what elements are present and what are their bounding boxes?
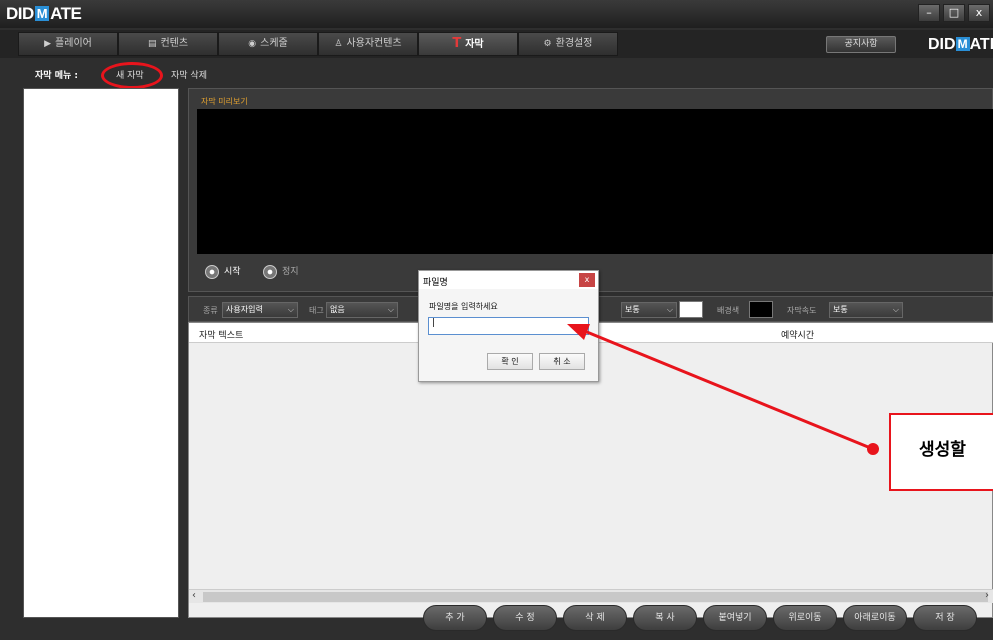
subtitle-file-list[interactable] xyxy=(23,88,179,618)
tab-user-contents[interactable]: ♙ 사용자컨텐츠 xyxy=(318,32,418,56)
dialog-title-bar: 파일명 x xyxy=(419,271,598,289)
move-down-button[interactable]: 아래로이동 xyxy=(843,605,907,631)
notice-button[interactable]: 공지사항 xyxy=(826,36,896,53)
dialog-close-button[interactable]: x xyxy=(579,273,595,287)
schedule-icon: ◉ xyxy=(248,39,257,49)
start-button[interactable]: 시작 xyxy=(205,264,241,279)
chevron-down-icon: ⌵ xyxy=(666,305,673,314)
dialog-title: 파일명 xyxy=(423,278,448,288)
tab-contents[interactable]: ▤ 컨텐츠 xyxy=(118,32,218,56)
type-label: 종류 xyxy=(203,306,218,315)
size-select[interactable]: 보통 ⌵ xyxy=(621,302,677,318)
add-button[interactable]: 추 가 xyxy=(423,605,487,631)
minimize-button[interactable]: – xyxy=(918,4,940,22)
title-bar: DID M ATE – □ x xyxy=(0,0,993,28)
tab-player[interactable]: ▶ 플레이어 xyxy=(18,32,118,56)
subtitle-preview-panel: 자막 미리보기 시작 정지 xyxy=(188,88,993,292)
move-up-button[interactable]: 위로이동 xyxy=(773,605,837,631)
type-select[interactable]: 사용자입력 ⌵ xyxy=(222,302,298,318)
text-icon: T xyxy=(452,36,462,51)
edit-button[interactable]: 수 정 xyxy=(493,605,557,631)
maximize-button[interactable]: □ xyxy=(943,4,965,22)
tab-subtitle[interactable]: T 자막 xyxy=(418,32,518,56)
chevron-down-icon: ⌵ xyxy=(287,305,294,314)
speed-label: 자막속도 xyxy=(787,306,817,315)
contents-icon: ▤ xyxy=(147,39,157,49)
col-schedule-time: 예약시간 xyxy=(781,331,815,341)
highlight-ellipse xyxy=(101,62,163,89)
scrollbar-thumb[interactable] xyxy=(203,592,988,602)
app-logo: DID M ATE xyxy=(6,4,82,23)
play-icon: ▶ xyxy=(44,39,52,49)
text-color-swatch[interactable] xyxy=(679,301,703,318)
delete-subtitle-link[interactable]: 자막 삭제 xyxy=(171,68,207,81)
chevron-down-icon: ⌵ xyxy=(892,305,899,314)
app-window: DID M ATE – □ x ▶ 플레이어 ▤ 컨텐츠 ◉ 스케줄 ♙ 사용자컨텐츠 T자… xyxy=(0,0,993,640)
scroll-left-icon[interactable]: ‹ xyxy=(192,590,196,601)
settings-icon: ⚙ xyxy=(543,39,552,49)
filename-input[interactable]: | xyxy=(428,317,589,335)
submenu-label: 자막 메뉴 : xyxy=(35,71,78,81)
stop-button[interactable]: 정지 xyxy=(263,264,299,279)
chevron-down-icon: ⌵ xyxy=(387,305,394,314)
annotation-callout: 생성할 xyxy=(889,413,993,491)
speed-select[interactable]: 보통 ⌵ xyxy=(829,302,903,318)
close-button[interactable]: x xyxy=(968,4,990,22)
filename-dialog: 파일명 x 파일명을 입력하세요 | 확 인 취 소 xyxy=(418,270,599,382)
bg-color-swatch[interactable] xyxy=(749,301,773,318)
delete-button[interactable]: 삭 제 xyxy=(563,605,627,631)
col-subtitle-text: 자막 텍스트 xyxy=(199,331,244,341)
scroll-right-icon[interactable]: › xyxy=(985,590,989,601)
tag-select[interactable]: 없음 ⌵ xyxy=(326,302,398,318)
tab-schedule[interactable]: ◉ 스케줄 xyxy=(218,32,318,56)
stop-circle-icon xyxy=(263,264,277,279)
tag-label: 태그 xyxy=(309,306,324,315)
paste-button[interactable]: 붙여넣기 xyxy=(703,605,767,631)
preview-title: 자막 미리보기 xyxy=(201,97,248,106)
copy-button[interactable]: 복 사 xyxy=(633,605,697,631)
preview-screen xyxy=(197,109,993,254)
save-button[interactable]: 저 장 xyxy=(913,605,977,631)
play-circle-icon xyxy=(205,264,219,279)
dialog-prompt: 파일명을 입력하세요 xyxy=(429,302,498,311)
tab-settings[interactable]: ⚙ 환경설정 xyxy=(518,32,618,56)
cancel-button[interactable]: 취 소 xyxy=(539,353,585,370)
bgcolor-label: 배경색 xyxy=(717,306,740,315)
user-icon: ♙ xyxy=(334,39,343,49)
ok-button[interactable]: 확 인 xyxy=(487,353,533,370)
horizontal-scrollbar[interactable]: ‹ › xyxy=(189,589,993,603)
brand-logo: DIDMATE xyxy=(928,36,993,53)
annotation-text: 생성할 xyxy=(919,440,966,460)
